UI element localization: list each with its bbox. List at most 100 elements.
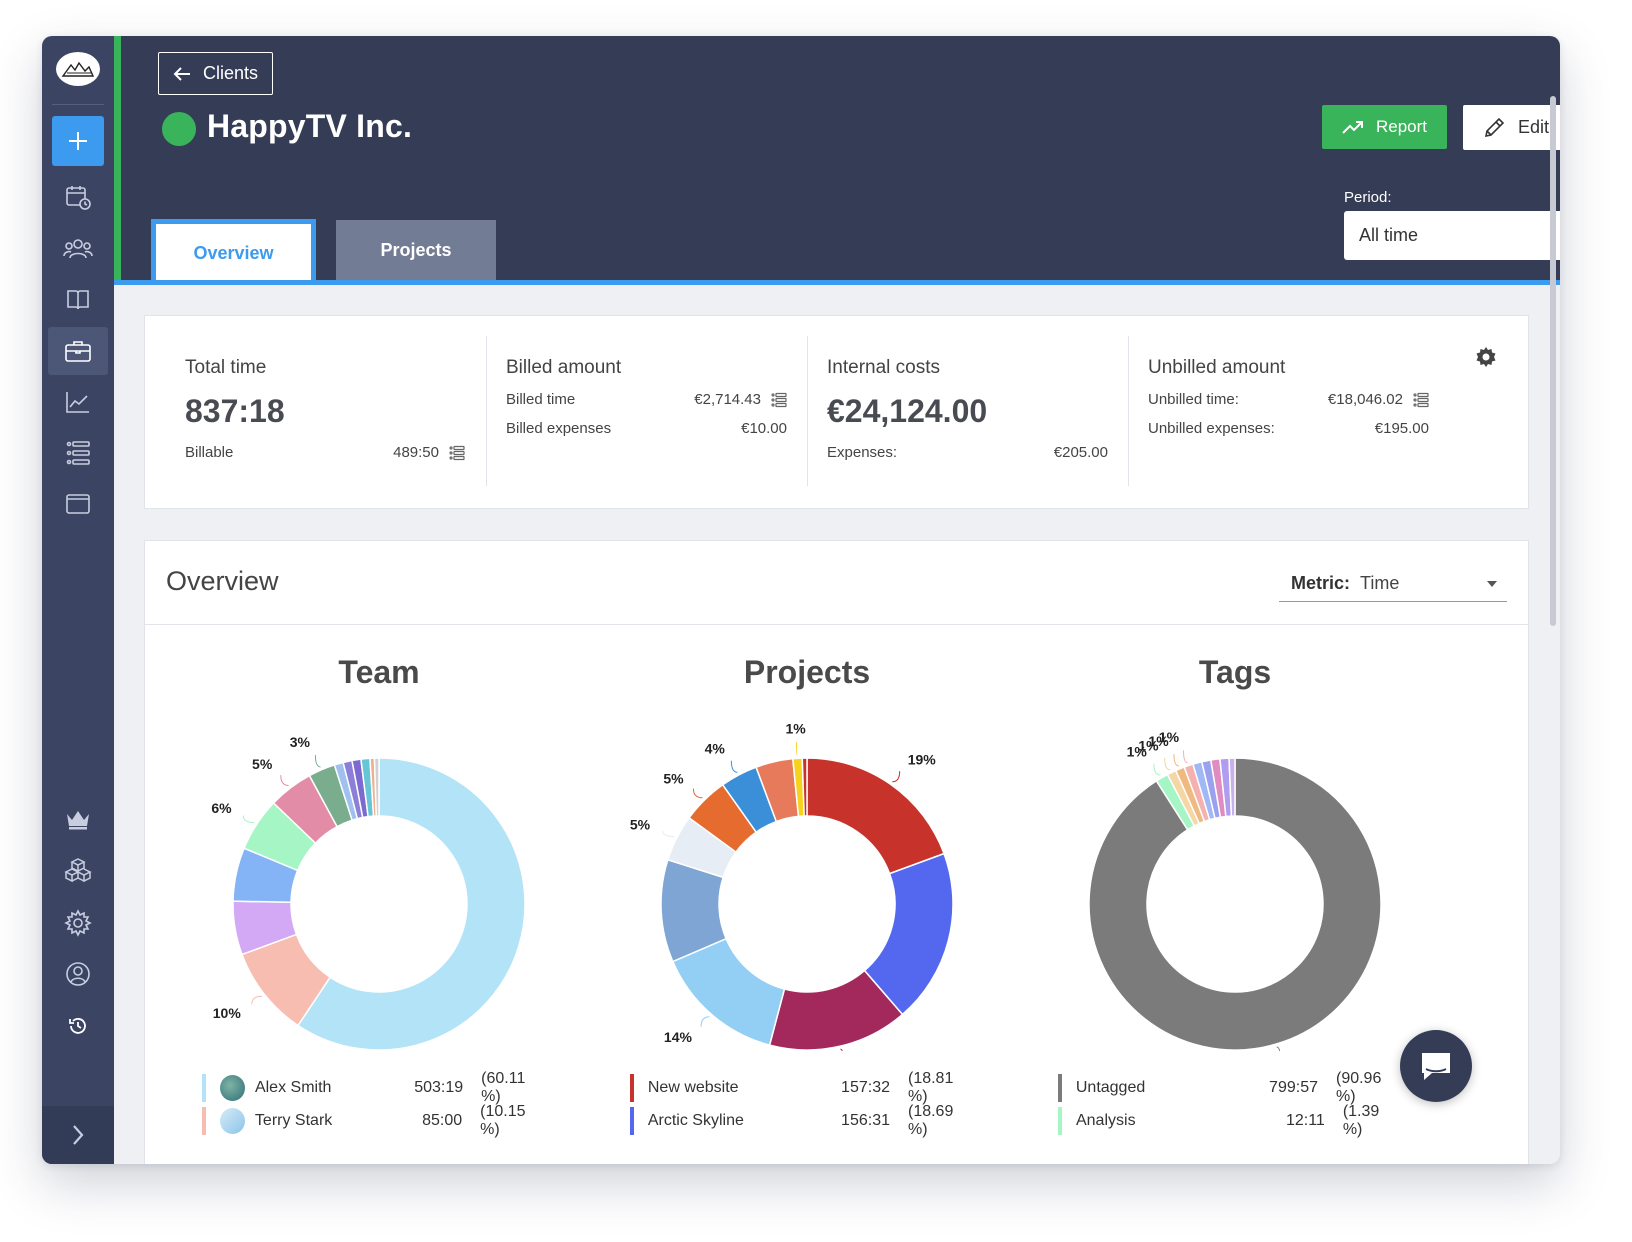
back-to-clients-button[interactable]: Clients	[158, 52, 273, 95]
data-label-connector	[1173, 753, 1179, 767]
chart-title-tags: Tags	[1198, 654, 1272, 690]
donut-slice[interactable]	[806, 757, 945, 875]
data-label-connector	[1164, 758, 1171, 771]
legend-color-bar	[202, 1074, 206, 1102]
plus-icon	[69, 132, 87, 150]
sidebar-item-library[interactable]	[48, 276, 108, 324]
unbilled-expenses-value: €195.00	[1374, 420, 1429, 437]
legend-time: 157:32	[841, 1079, 890, 1096]
legend-name: New website	[647, 1079, 739, 1096]
sidebar-item-integrations[interactable]	[48, 846, 108, 894]
caret-down-icon	[1487, 580, 1497, 587]
trend-up-icon	[1342, 121, 1363, 134]
data-label: 3%	[290, 734, 311, 750]
legend-pct: (90.96 %)	[1335, 1070, 1382, 1105]
data-label: 5%	[630, 816, 651, 832]
stat-internal-costs: Internal costs €24,124.00 Expenses: €205…	[807, 336, 1128, 486]
data-label-connector	[1276, 1046, 1281, 1051]
legend-row[interactable]: Analysis 12:11 (1.39 %)	[1058, 1103, 1403, 1138]
cubes-icon	[64, 858, 92, 883]
chart-title-team: Team	[338, 654, 420, 690]
unbilled-time-value: €18,046.02	[1327, 391, 1403, 408]
tab-overview[interactable]: Overview	[151, 219, 316, 282]
main-content: Clients HappyTV Inc. Report Edit Period:…	[114, 36, 1560, 1164]
tab-overview-label: Overview	[193, 242, 274, 263]
sidebar-item-upgrade[interactable]	[48, 795, 108, 843]
data-label-connector	[314, 754, 321, 768]
data-label-connector	[242, 815, 255, 824]
unbilled-time-row: Unbilled time: €18,046.02	[1148, 391, 1429, 408]
overview-card: Overview Metric: Time Team Projects Tags…	[144, 540, 1529, 1164]
unbilled-time-label: Unbilled time:	[1148, 391, 1239, 408]
arrow-left-icon	[173, 66, 190, 81]
edit-button[interactable]: Edit	[1463, 105, 1560, 150]
period-select[interactable]: All time	[1344, 211, 1560, 260]
sidebar-item-profile[interactable]	[48, 950, 108, 998]
legend-row[interactable]: New website 157:32 (18.81 %)	[630, 1070, 975, 1105]
legend-time: 85:00	[422, 1112, 463, 1129]
sidebar-item-team[interactable]	[48, 225, 108, 273]
legend-time: 799:57	[1269, 1079, 1318, 1096]
data-label: 19%	[908, 752, 937, 768]
legend-row[interactable]: Alex Smith 503:19 (60.11 %)	[202, 1070, 547, 1105]
stats-card: Total time 837:18 Billable 489:50 Billed…	[144, 315, 1529, 509]
sidebar-expand-button[interactable]	[42, 1106, 114, 1164]
list-detail-icon[interactable]	[449, 445, 465, 461]
overview-title: Overview	[166, 566, 279, 596]
legend-name: Untagged	[1075, 1079, 1146, 1096]
data-label: 10%	[213, 1005, 242, 1021]
client-header: Clients HappyTV Inc. Report Edit Period:…	[114, 36, 1560, 282]
client-name: HappyTV Inc.	[207, 108, 413, 144]
legend-row[interactable]: Arctic Skyline 156:31 (18.69 %)	[630, 1103, 975, 1138]
page-scrollbar[interactable]	[1550, 96, 1556, 626]
internal-costs-value: €24,124.00	[827, 393, 988, 429]
metric-select[interactable]: Metric: Time	[1279, 566, 1507, 602]
report-button[interactable]: Report	[1322, 105, 1447, 149]
tab-projects[interactable]: Projects	[336, 220, 496, 280]
add-button[interactable]	[52, 116, 104, 166]
legend-name: Arctic Skyline	[647, 1112, 744, 1129]
data-label-connector	[1153, 763, 1161, 776]
settings-gear-icon[interactable]	[1475, 346, 1497, 368]
sidebar-item-tasks[interactable]	[48, 429, 108, 477]
sidebar-item-reports[interactable]	[48, 378, 108, 426]
billed-time-row: Billed time €2,714.43	[506, 391, 787, 408]
data-label: 1%	[1159, 729, 1180, 745]
legend-row[interactable]: Terry Stark 85:00 (10.15 %)	[202, 1103, 547, 1138]
sidebar-item-expenses[interactable]	[48, 480, 108, 528]
history-icon	[69, 1018, 86, 1034]
legend-pct: (60.11 %)	[481, 1070, 526, 1105]
projects-donut-chart: 19%15%14%5%5%4%1%	[630, 720, 954, 1051]
legend-row[interactable]: Untagged 799:57 (90.96 %)	[1058, 1070, 1403, 1105]
data-label-connector	[280, 775, 289, 787]
data-label: 5%	[252, 756, 273, 772]
list-detail-icon[interactable]	[771, 392, 787, 408]
book-icon	[67, 290, 89, 310]
sidebar-item-timesheet[interactable]	[48, 173, 108, 221]
legend-color-bar	[630, 1074, 634, 1102]
stat-title: Internal costs	[827, 357, 940, 378]
edit-label: Edit	[1517, 117, 1550, 137]
data-label-connector	[700, 1016, 710, 1027]
unbilled-expenses-row: Unbilled expenses: €195.00	[1148, 420, 1429, 437]
company-logo[interactable]	[56, 52, 100, 86]
overview-separator	[145, 624, 1528, 625]
data-label-connector	[251, 995, 263, 1005]
data-label-connector	[730, 760, 738, 773]
stat-title: Total time	[185, 357, 267, 378]
sidebar-item-history[interactable]	[48, 1002, 108, 1050]
data-label-connector	[692, 788, 703, 799]
sidebar-item-clients[interactable]	[48, 327, 108, 375]
metric-label: Metric:	[1291, 573, 1351, 593]
data-label-connector	[840, 1048, 843, 1051]
list-detail-icon[interactable]	[1413, 392, 1429, 408]
chat-launcher-button[interactable]	[1400, 1030, 1472, 1102]
legend-name: Alex Smith	[254, 1079, 332, 1096]
billed-time-value: €2,714.43	[694, 391, 761, 408]
client-status-dot	[162, 112, 196, 146]
billable-value: 489:50	[393, 444, 439, 461]
legend-name: Analysis	[1075, 1112, 1136, 1129]
total-time-value: 837:18	[185, 393, 285, 429]
sidebar-item-settings[interactable]	[48, 899, 108, 947]
billable-row: Billable 489:50	[185, 444, 465, 461]
